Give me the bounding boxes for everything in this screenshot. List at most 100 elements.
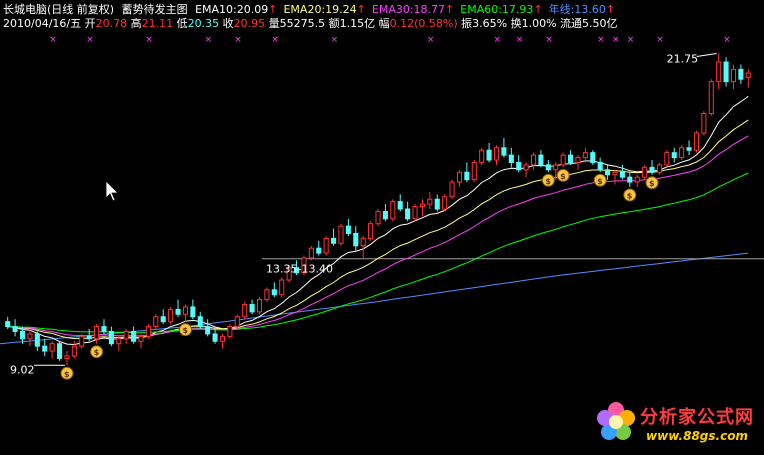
signal-marker: × [516, 35, 524, 45]
ema-legend-item: 年线:13.60↑ [548, 3, 616, 16]
candle-body [168, 308, 174, 323]
candle-body [471, 161, 477, 181]
volume-label: 量 [268, 17, 280, 30]
candle-body [397, 201, 403, 210]
candle-body [545, 164, 551, 171]
candle-body [442, 196, 448, 210]
signal-marker: × [205, 35, 213, 45]
header-row-2: 2010/04/16/五 开20.78 高21.11 低20.35 收20.95… [3, 17, 618, 30]
signal-marker: × [723, 35, 731, 45]
high-label: 高 [130, 17, 142, 30]
support-level-label: 13.35-13.40 [266, 263, 333, 276]
watermark: 分析家公式网 www.88gs.com [597, 402, 754, 443]
candle-body [212, 333, 218, 342]
signal-marker: × [545, 35, 553, 45]
candle-body [205, 326, 211, 335]
money-bag-symbol: $ [182, 326, 188, 335]
money-bag-body [623, 188, 637, 202]
candle-body [64, 355, 70, 359]
candle-body [264, 289, 270, 301]
candle-body [405, 208, 411, 220]
candle-body [79, 335, 85, 347]
candle-body [449, 181, 455, 198]
close-value: 20.95 [233, 17, 266, 30]
money-bag-icon: $ [60, 366, 74, 380]
candle-body [642, 166, 648, 178]
candle-body [456, 171, 463, 183]
candle-body [101, 326, 107, 332]
money-bag-icon: $ [645, 176, 659, 190]
candle-body [286, 267, 292, 281]
candle-body [131, 330, 137, 342]
candle-body [708, 81, 714, 114]
candle-body [331, 237, 337, 244]
candle-body [649, 166, 655, 173]
money-bag-symbol: $ [627, 191, 633, 200]
candle-body [219, 335, 226, 342]
period: (日线 前复权) [47, 3, 115, 16]
chart-window[interactable]: 长城电脑(日线 前复权) 蓄势待发主图 EMA10:20.09↑ EMA20:19… [0, 0, 764, 455]
money-bag-body [593, 173, 607, 187]
candle-body [175, 308, 181, 315]
candle-body [738, 68, 744, 80]
candle-body [679, 147, 685, 159]
candle-body [42, 345, 48, 352]
signal-marker: × [145, 35, 153, 45]
candle-body [323, 237, 329, 254]
float-label: 流通 [560, 17, 583, 30]
ema-legend-item: EMA60:17.93↑ [460, 3, 543, 16]
ema-legend-item: EMA20:19.24↑ [283, 3, 366, 16]
annual-line [0, 252, 749, 345]
candle-body [530, 154, 537, 166]
signal-marker: × [427, 35, 435, 45]
signal-marker-layer: × × × × × × × × × × × × × × × × [49, 35, 730, 45]
candle-body [19, 330, 26, 340]
turnover-label: 换 [510, 17, 522, 30]
candle-body [227, 326, 233, 337]
candle-body [249, 304, 255, 313]
candle-body [86, 335, 92, 340]
close-label: 收 [222, 17, 234, 30]
float-value: 5.50亿 [582, 17, 618, 30]
candle-body [338, 225, 344, 244]
candle-body [493, 147, 500, 161]
up-arrow-icon: ↑ [268, 3, 278, 16]
money-bag-symbol: $ [545, 177, 551, 186]
high-value: 21.11 [141, 17, 174, 30]
candle-body [523, 164, 529, 171]
up-arrow-icon: ↑ [445, 3, 455, 16]
money-bag-symbol: $ [649, 179, 655, 188]
candle-body [516, 161, 522, 171]
money-bag-body [556, 168, 570, 182]
candle-body [582, 152, 588, 159]
candle-body [634, 176, 640, 183]
candle-body [390, 201, 396, 220]
ema10-line [7, 95, 749, 346]
ema60-line [7, 172, 749, 334]
money-bag-icon: $ [623, 188, 637, 202]
candle-body [27, 333, 33, 340]
amount-label: 额 [328, 17, 340, 30]
candle-body [486, 149, 492, 161]
candle-body [123, 330, 129, 340]
stock-name: 长城电脑 [3, 3, 47, 16]
candle-body [664, 152, 670, 166]
price-chart[interactable]: × × × × × × × × × × × × × × × × $ $ $ $ $ $ $ $ 21.75 9.02 13.… [0, 0, 764, 455]
candle-body [693, 132, 699, 151]
up-arrow-icon: ↑ [356, 3, 366, 16]
candle-body [701, 112, 707, 134]
money-bag-symbol: $ [64, 370, 70, 379]
change-value: 0.12(0.58%) [389, 17, 458, 30]
candle-body [57, 343, 63, 359]
candle-body [34, 333, 40, 347]
candle-body [108, 330, 114, 345]
indicator-name: 蓄势待发主图 [121, 3, 188, 16]
signal-marker: × [493, 35, 501, 45]
candle-body [345, 225, 351, 234]
low-value: 20.35 [187, 17, 220, 30]
candle-body [301, 257, 307, 274]
candle-body [293, 267, 300, 274]
money-bag-symbol: $ [597, 177, 603, 186]
candle-body [627, 176, 633, 183]
signal-marker: × [86, 35, 94, 45]
